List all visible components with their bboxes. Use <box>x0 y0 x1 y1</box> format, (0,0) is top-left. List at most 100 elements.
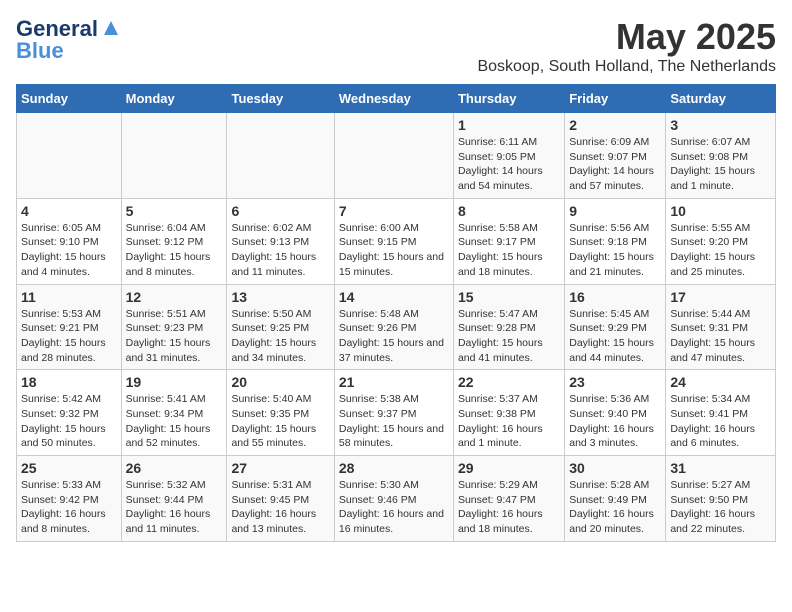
table-row: 31 Sunrise: 5:27 AMSunset: 9:50 PMDayligh… <box>666 456 776 542</box>
table-row: 11Sunrise: 5:53 AMSunset: 9:21 PMDayligh… <box>17 284 122 370</box>
table-row: 6 Sunrise: 6:02 AMSunset: 9:13 PMDaylight… <box>227 198 334 284</box>
calendar-table: Sunday Monday Tuesday Wednesday Thursday… <box>16 84 776 542</box>
table-row: 17 Sunrise: 5:44 AMSunset: 9:31 PMDayligh… <box>666 284 776 370</box>
day-info: Sunrise: 5:32 AMSunset: 9:44 PMDaylight:… <box>126 478 223 537</box>
table-row: 16 Sunrise: 5:45 AMSunset: 9:29 PMDayligh… <box>565 284 666 370</box>
day-info: Sunrise: 5:36 AMSunset: 9:40 PMDaylight:… <box>569 392 661 451</box>
day-info: Sunrise: 6:05 AMSunset: 9:10 PMDaylight:… <box>21 221 117 280</box>
table-row: 22Sunrise: 5:37 AMSunset: 9:38 PMDayligh… <box>453 370 564 456</box>
calendar-week-row: 11Sunrise: 5:53 AMSunset: 9:21 PMDayligh… <box>17 284 776 370</box>
table-row: 15 Sunrise: 5:47 AMSunset: 9:28 PMDayligh… <box>453 284 564 370</box>
page-header: General Blue May 2025 Boskoop, South Hol… <box>16 16 776 76</box>
header-friday: Friday <box>565 85 666 113</box>
day-info: Sunrise: 5:45 AMSunset: 9:29 PMDaylight:… <box>569 307 661 366</box>
day-info: Sunrise: 5:44 AMSunset: 9:31 PMDaylight:… <box>670 307 771 366</box>
day-number: 10 <box>670 203 771 219</box>
day-number: 17 <box>670 289 771 305</box>
table-row: 9Sunrise: 5:56 AMSunset: 9:18 PMDaylight… <box>565 198 666 284</box>
day-info: Sunrise: 5:55 AMSunset: 9:20 PMDaylight:… <box>670 221 771 280</box>
calendar-week-row: 4Sunrise: 6:05 AMSunset: 9:10 PMDaylight… <box>17 198 776 284</box>
day-info: Sunrise: 6:11 AMSunset: 9:05 PMDaylight:… <box>458 135 560 194</box>
calendar-week-row: 18 Sunrise: 5:42 AMSunset: 9:32 PMDayligh… <box>17 370 776 456</box>
day-number: 30 <box>569 460 661 476</box>
day-info: Sunrise: 5:53 AMSunset: 9:21 PMDaylight:… <box>21 307 117 366</box>
day-info: Sunrise: 6:04 AMSunset: 9:12 PMDaylight:… <box>126 221 223 280</box>
day-number: 5 <box>126 203 223 219</box>
table-row: 28 Sunrise: 5:30 AMSunset: 9:46 PMDayligh… <box>334 456 453 542</box>
day-info: Sunrise: 5:47 AMSunset: 9:28 PMDaylight:… <box>458 307 560 366</box>
header-sunday: Sunday <box>17 85 122 113</box>
day-number: 26 <box>126 460 223 476</box>
day-info: Sunrise: 5:40 AMSunset: 9:35 PMDaylight:… <box>231 392 329 451</box>
day-info: Sunrise: 5:48 AMSunset: 9:26 PMDaylight:… <box>339 307 449 366</box>
day-number: 20 <box>231 374 329 390</box>
table-row <box>17 113 122 199</box>
day-number: 1 <box>458 117 560 133</box>
header-tuesday: Tuesday <box>227 85 334 113</box>
table-row <box>227 113 334 199</box>
day-info: Sunrise: 5:34 AMSunset: 9:41 PMDaylight:… <box>670 392 771 451</box>
day-info: Sunrise: 6:07 AMSunset: 9:08 PMDaylight:… <box>670 135 771 194</box>
day-number: 19 <box>126 374 223 390</box>
day-number: 6 <box>231 203 329 219</box>
table-row: 10 Sunrise: 5:55 AMSunset: 9:20 PMDayligh… <box>666 198 776 284</box>
table-row: 19 Sunrise: 5:41 AMSunset: 9:34 PMDayligh… <box>121 370 227 456</box>
logo: General Blue <box>16 16 122 64</box>
day-info: Sunrise: 5:27 AMSunset: 9:50 PMDaylight:… <box>670 478 771 537</box>
day-info: Sunrise: 5:37 AMSunset: 9:38 PMDaylight:… <box>458 392 560 451</box>
day-number: 27 <box>231 460 329 476</box>
day-number: 18 <box>21 374 117 390</box>
header-saturday: Saturday <box>666 85 776 113</box>
day-number: 23 <box>569 374 661 390</box>
day-number: 13 <box>231 289 329 305</box>
day-number: 9 <box>569 203 661 219</box>
day-number: 28 <box>339 460 449 476</box>
header-thursday: Thursday <box>453 85 564 113</box>
table-row: 23 Sunrise: 5:36 AMSunset: 9:40 PMDayligh… <box>565 370 666 456</box>
table-row: 4Sunrise: 6:05 AMSunset: 9:10 PMDaylight… <box>17 198 122 284</box>
table-row: 7 Sunrise: 6:00 AMSunset: 9:15 PMDaylight… <box>334 198 453 284</box>
table-row: 27Sunrise: 5:31 AMSunset: 9:45 PMDayligh… <box>227 456 334 542</box>
table-row: 12 Sunrise: 5:51 AMSunset: 9:23 PMDayligh… <box>121 284 227 370</box>
day-number: 12 <box>126 289 223 305</box>
day-info: Sunrise: 5:50 AMSunset: 9:25 PMDaylight:… <box>231 307 329 366</box>
day-info: Sunrise: 5:30 AMSunset: 9:46 PMDaylight:… <box>339 478 449 537</box>
day-number: 24 <box>670 374 771 390</box>
location-title: Boskoop, South Holland, The Netherlands <box>477 58 776 76</box>
day-info: Sunrise: 5:51 AMSunset: 9:23 PMDaylight:… <box>126 307 223 366</box>
day-info: Sunrise: 5:33 AMSunset: 9:42 PMDaylight:… <box>21 478 117 537</box>
day-info: Sunrise: 6:02 AMSunset: 9:13 PMDaylight:… <box>231 221 329 280</box>
day-number: 14 <box>339 289 449 305</box>
title-block: May 2025 Boskoop, South Holland, The Net… <box>477 16 776 76</box>
calendar-header-row: Sunday Monday Tuesday Wednesday Thursday… <box>17 85 776 113</box>
day-number: 25 <box>21 460 117 476</box>
day-info: Sunrise: 5:41 AMSunset: 9:34 PMDaylight:… <box>126 392 223 451</box>
table-row: 13 Sunrise: 5:50 AMSunset: 9:25 PMDayligh… <box>227 284 334 370</box>
day-info: Sunrise: 5:42 AMSunset: 9:32 PMDaylight:… <box>21 392 117 451</box>
header-monday: Monday <box>121 85 227 113</box>
table-row <box>334 113 453 199</box>
day-info: Sunrise: 5:58 AMSunset: 9:17 PMDaylight:… <box>458 221 560 280</box>
calendar-week-row: 25 Sunrise: 5:33 AMSunset: 9:42 PMDayligh… <box>17 456 776 542</box>
header-wednesday: Wednesday <box>334 85 453 113</box>
table-row: 25 Sunrise: 5:33 AMSunset: 9:42 PMDayligh… <box>17 456 122 542</box>
table-row: 1 Sunrise: 6:11 AMSunset: 9:05 PMDaylight… <box>453 113 564 199</box>
table-row: 3 Sunrise: 6:07 AMSunset: 9:08 PMDaylight… <box>666 113 776 199</box>
day-number: 16 <box>569 289 661 305</box>
table-row: 30 Sunrise: 5:28 AMSunset: 9:49 PMDayligh… <box>565 456 666 542</box>
day-number: 3 <box>670 117 771 133</box>
table-row: 24 Sunrise: 5:34 AMSunset: 9:41 PMDayligh… <box>666 370 776 456</box>
table-row: 2Sunrise: 6:09 AMSunset: 9:07 PMDaylight… <box>565 113 666 199</box>
table-row: 8Sunrise: 5:58 AMSunset: 9:17 PMDaylight… <box>453 198 564 284</box>
table-row: 29Sunrise: 5:29 AMSunset: 9:47 PMDayligh… <box>453 456 564 542</box>
day-number: 31 <box>670 460 771 476</box>
day-number: 21 <box>339 374 449 390</box>
day-info: Sunrise: 6:00 AMSunset: 9:15 PMDaylight:… <box>339 221 449 280</box>
table-row: 14 Sunrise: 5:48 AMSunset: 9:26 PMDayligh… <box>334 284 453 370</box>
table-row: 21Sunrise: 5:38 AMSunset: 9:37 PMDayligh… <box>334 370 453 456</box>
table-row <box>121 113 227 199</box>
day-number: 7 <box>339 203 449 219</box>
day-number: 15 <box>458 289 560 305</box>
logo-blue: Blue <box>16 38 64 64</box>
day-info: Sunrise: 5:28 AMSunset: 9:49 PMDaylight:… <box>569 478 661 537</box>
